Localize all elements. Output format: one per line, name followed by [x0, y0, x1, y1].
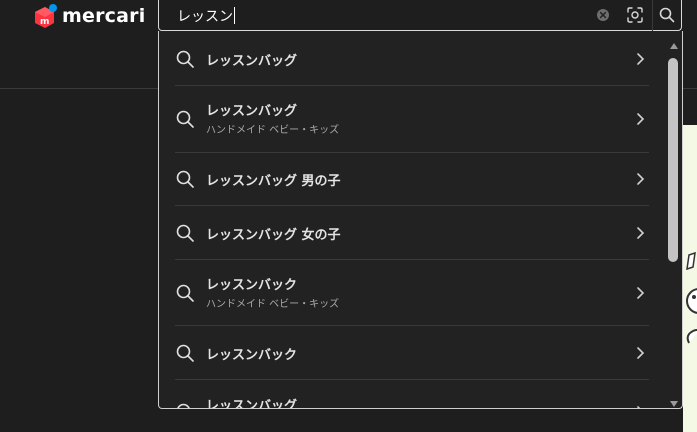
- search-query: レッスン: [177, 9, 233, 25]
- camera-scan-icon[interactable]: [626, 6, 644, 24]
- scroll-down-arrow-icon[interactable]: [669, 393, 679, 407]
- svg-text:m: m: [40, 17, 49, 27]
- mercari-logo-icon: m: [32, 3, 58, 29]
- mercari-logo[interactable]: m mercari: [32, 2, 145, 30]
- chevron-right-icon: [635, 404, 645, 408]
- chevron-right-icon: [635, 345, 645, 361]
- suggestion-item[interactable]: レッスンバッグ 男の子: [175, 153, 649, 206]
- suggestion-item[interactable]: レッスンバッグ: [175, 31, 649, 86]
- text-caret: [234, 7, 235, 24]
- scrollbar-thumb[interactable]: [668, 58, 678, 262]
- search-input[interactable]: レッスン: [177, 6, 235, 26]
- chevron-right-icon: [635, 285, 645, 301]
- suggestion-item[interactable]: レッスンバック: [175, 326, 649, 380]
- search-icon: [175, 283, 195, 303]
- search-icon: [175, 49, 195, 69]
- search-icon: [175, 169, 195, 189]
- suggestion-category: ハンドメイド ベビー・キッズ: [206, 125, 340, 136]
- suggestion-title: レッスンバック: [206, 278, 298, 293]
- search-icon: [659, 7, 675, 23]
- suggestion-title: レッスンバッグ: [206, 399, 298, 409]
- search-icon: [175, 109, 195, 129]
- suggestion-item[interactable]: レッスンバッグ: [175, 380, 649, 409]
- suggestion-title: レッスンバッグ 女の子: [206, 228, 341, 243]
- suggestion-title: レッスンバッグ: [206, 104, 298, 119]
- suggestion-item[interactable]: レッスンバッグ 女の子: [175, 206, 649, 260]
- suggestion-title: レッスンバッグ: [206, 54, 298, 69]
- scroll-up-arrow-icon[interactable]: [669, 35, 679, 49]
- page-banner-edge: [683, 125, 697, 432]
- chevron-right-icon: [635, 51, 645, 67]
- search-box[interactable]: レッスン: [158, 0, 682, 31]
- dropdown-scrollbar[interactable]: [665, 31, 682, 408]
- clear-icon[interactable]: [595, 7, 611, 23]
- search-icon: [175, 223, 195, 243]
- search-button[interactable]: [658, 6, 676, 24]
- search-icon: [175, 402, 195, 408]
- brand-name: mercari: [62, 5, 146, 27]
- chevron-right-icon: [635, 171, 645, 187]
- chevron-right-icon: [635, 225, 645, 241]
- suggestion-item[interactable]: レッスンバック ハンドメイド ベビー・キッズ: [175, 260, 649, 326]
- search-divider: [652, 0, 653, 31]
- suggestion-title: レッスンバッグ 男の子: [206, 174, 341, 189]
- chevron-right-icon: [635, 111, 645, 127]
- suggestion-category: ハンドメイド ベビー・キッズ: [206, 299, 340, 310]
- suggestion-title: レッスンバック: [206, 348, 298, 363]
- search-icon: [175, 343, 195, 363]
- suggestion-item[interactable]: レッスンバッグ ハンドメイド ベビー・キッズ: [175, 86, 649, 153]
- search-suggestions-dropdown: レッスンバッグ レッスンバッグ ハンドメイド ベビー・キッズ レッスンバッグ 男…: [158, 31, 683, 409]
